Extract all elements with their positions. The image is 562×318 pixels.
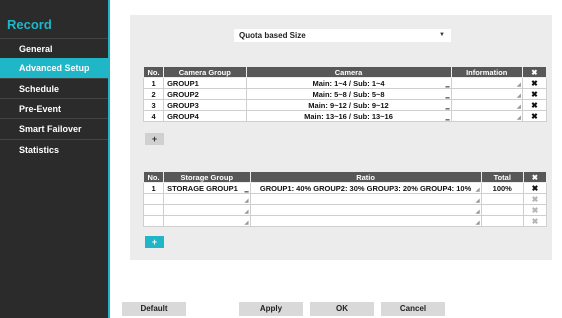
apply-button[interactable]: Apply: [239, 302, 303, 316]
delete-all-icon[interactable]: ✖: [521, 66, 548, 78]
table-row: ◢ ◢ ✖: [142, 193, 548, 205]
storage-total: [480, 193, 524, 205]
col-header-total: Total: [480, 171, 524, 183]
camera-assignment[interactable]: Main: 13~16 / Sub: 13~16 ▁: [245, 110, 452, 122]
quota-mode-select[interactable]: Quota based Size ▼: [234, 29, 451, 42]
resize-grip-icon: ◢: [475, 198, 480, 204]
sidebar-item-general[interactable]: General: [0, 38, 108, 58]
camera-group-table: No. Camera Group Camera Information ✖ 1 …: [142, 66, 548, 122]
delete-icon[interactable]: ✖: [521, 88, 548, 100]
storage-group-name[interactable]: STORAGE GROUP1 ▁: [163, 182, 251, 194]
main-content: [112, 0, 562, 318]
information-cell[interactable]: ◢: [450, 110, 523, 122]
storage-total: [480, 204, 524, 216]
row-number: 1: [142, 182, 165, 194]
table-header-row: No. Storage Group Ratio Total ✖: [142, 171, 548, 183]
storage-ratio[interactable]: ◢: [249, 204, 482, 216]
camera-group-name[interactable]: GROUP4: [163, 110, 247, 122]
resize-grip-icon: ▁: [445, 82, 450, 88]
add-camera-group-button[interactable]: +: [145, 133, 164, 145]
table-row: 1 STORAGE GROUP1 ▁ GROUP1: 40% GROUP2: 30…: [142, 182, 548, 194]
resize-grip-icon: ◢: [475, 209, 480, 215]
sidebar: Record General Advanced Setup Schedule P…: [0, 0, 110, 318]
resize-grip-icon: ◢: [517, 115, 521, 121]
resize-grip-icon: ◢: [244, 209, 249, 215]
delete-icon[interactable]: ✖: [522, 193, 548, 205]
row-number: 3: [142, 99, 165, 111]
resize-grip-icon: ◢: [517, 93, 521, 99]
sidebar-item-smart-failover[interactable]: Smart Failover: [0, 118, 108, 138]
resize-grip-icon: ◢: [475, 187, 480, 193]
col-header-camera: Camera: [245, 66, 452, 78]
col-header-no: No.: [142, 66, 165, 78]
information-cell[interactable]: ◢: [450, 88, 523, 100]
resize-grip-icon: ◢: [244, 198, 249, 204]
storage-group-table: No. Storage Group Ratio Total ✖ 1 STORAG…: [142, 171, 548, 227]
delete-icon[interactable]: ✖: [522, 215, 548, 227]
row-number: [142, 204, 165, 216]
delete-icon[interactable]: ✖: [521, 77, 548, 89]
storage-total: [480, 215, 524, 227]
sidebar-title: Record: [7, 17, 52, 32]
table-row: 2 GROUP2 Main: 5~8 / Sub: 5~8 ▁ ◢ ✖: [142, 88, 548, 100]
default-button[interactable]: Default: [122, 302, 186, 316]
chevron-down-icon: ▼: [439, 32, 445, 38]
col-header-information: Information: [450, 66, 523, 78]
storage-ratio[interactable]: ◢: [249, 215, 482, 227]
camera-assignment[interactable]: Main: 5~8 / Sub: 5~8 ▁: [245, 88, 452, 100]
camera-assignment[interactable]: Main: 1~4 / Sub: 1~4 ▁: [245, 77, 452, 89]
row-number: [142, 215, 165, 227]
resize-grip-icon: ◢: [244, 220, 249, 226]
resize-grip-icon: ▁: [445, 93, 450, 99]
delete-icon[interactable]: ✖: [521, 110, 548, 122]
camera-group-name[interactable]: GROUP1: [163, 77, 247, 89]
cancel-button[interactable]: Cancel: [381, 302, 445, 316]
sidebar-item-advanced-setup[interactable]: Advanced Setup: [0, 58, 108, 78]
ok-button[interactable]: OK: [310, 302, 374, 316]
resize-grip-icon: ◢: [475, 220, 480, 226]
resize-grip-icon: ▁: [445, 104, 450, 110]
storage-ratio[interactable]: GROUP1: 40% GROUP2: 30% GROUP3: 20% GROU…: [249, 182, 482, 194]
row-number: [142, 193, 165, 205]
camera-group-name[interactable]: GROUP2: [163, 88, 247, 100]
storage-group-name[interactable]: ◢: [163, 204, 251, 216]
resize-grip-icon: ◢: [517, 82, 521, 88]
col-header-camera-group: Camera Group: [163, 66, 247, 78]
table-row: ◢ ◢ ✖: [142, 204, 548, 216]
row-number: 1: [142, 77, 165, 89]
delete-icon[interactable]: ✖: [522, 182, 548, 194]
col-header-storage-group: Storage Group: [163, 171, 251, 183]
delete-all-icon[interactable]: ✖: [522, 171, 548, 183]
delete-icon[interactable]: ✖: [522, 204, 548, 216]
resize-grip-icon: ▁: [445, 115, 450, 121]
col-header-no: No.: [142, 171, 165, 183]
storage-group-name[interactable]: ◢: [163, 193, 251, 205]
table-row: 4 GROUP4 Main: 13~16 / Sub: 13~16 ▁ ◢ ✖: [142, 110, 548, 122]
camera-group-name[interactable]: GROUP3: [163, 99, 247, 111]
resize-grip-icon: ◢: [517, 104, 521, 110]
quota-mode-value: Quota based Size: [239, 31, 306, 40]
sidebar-item-statistics[interactable]: Statistics: [0, 139, 108, 159]
information-cell[interactable]: ◢: [450, 99, 523, 111]
table-row: ◢ ◢ ✖: [142, 215, 548, 227]
table-row: 1 GROUP1 Main: 1~4 / Sub: 1~4 ▁ ◢ ✖: [142, 77, 548, 89]
resize-grip-icon: ▁: [244, 187, 249, 193]
camera-assignment[interactable]: Main: 9~12 / Sub: 9~12 ▁: [245, 99, 452, 111]
information-cell[interactable]: ◢: [450, 77, 523, 89]
storage-total: 100%: [480, 182, 524, 194]
add-storage-group-button[interactable]: +: [145, 236, 164, 248]
sidebar-item-schedule[interactable]: Schedule: [0, 78, 108, 98]
storage-ratio[interactable]: ◢: [249, 193, 482, 205]
row-number: 4: [142, 110, 165, 122]
row-number: 2: [142, 88, 165, 100]
storage-group-name[interactable]: ◢: [163, 215, 251, 227]
sidebar-item-pre-event[interactable]: Pre-Event: [0, 98, 108, 118]
table-row: 3 GROUP3 Main: 9~12 / Sub: 9~12 ▁ ◢ ✖: [142, 99, 548, 111]
col-header-ratio: Ratio: [249, 171, 482, 183]
delete-icon[interactable]: ✖: [521, 99, 548, 111]
table-header-row: No. Camera Group Camera Information ✖: [142, 66, 548, 78]
